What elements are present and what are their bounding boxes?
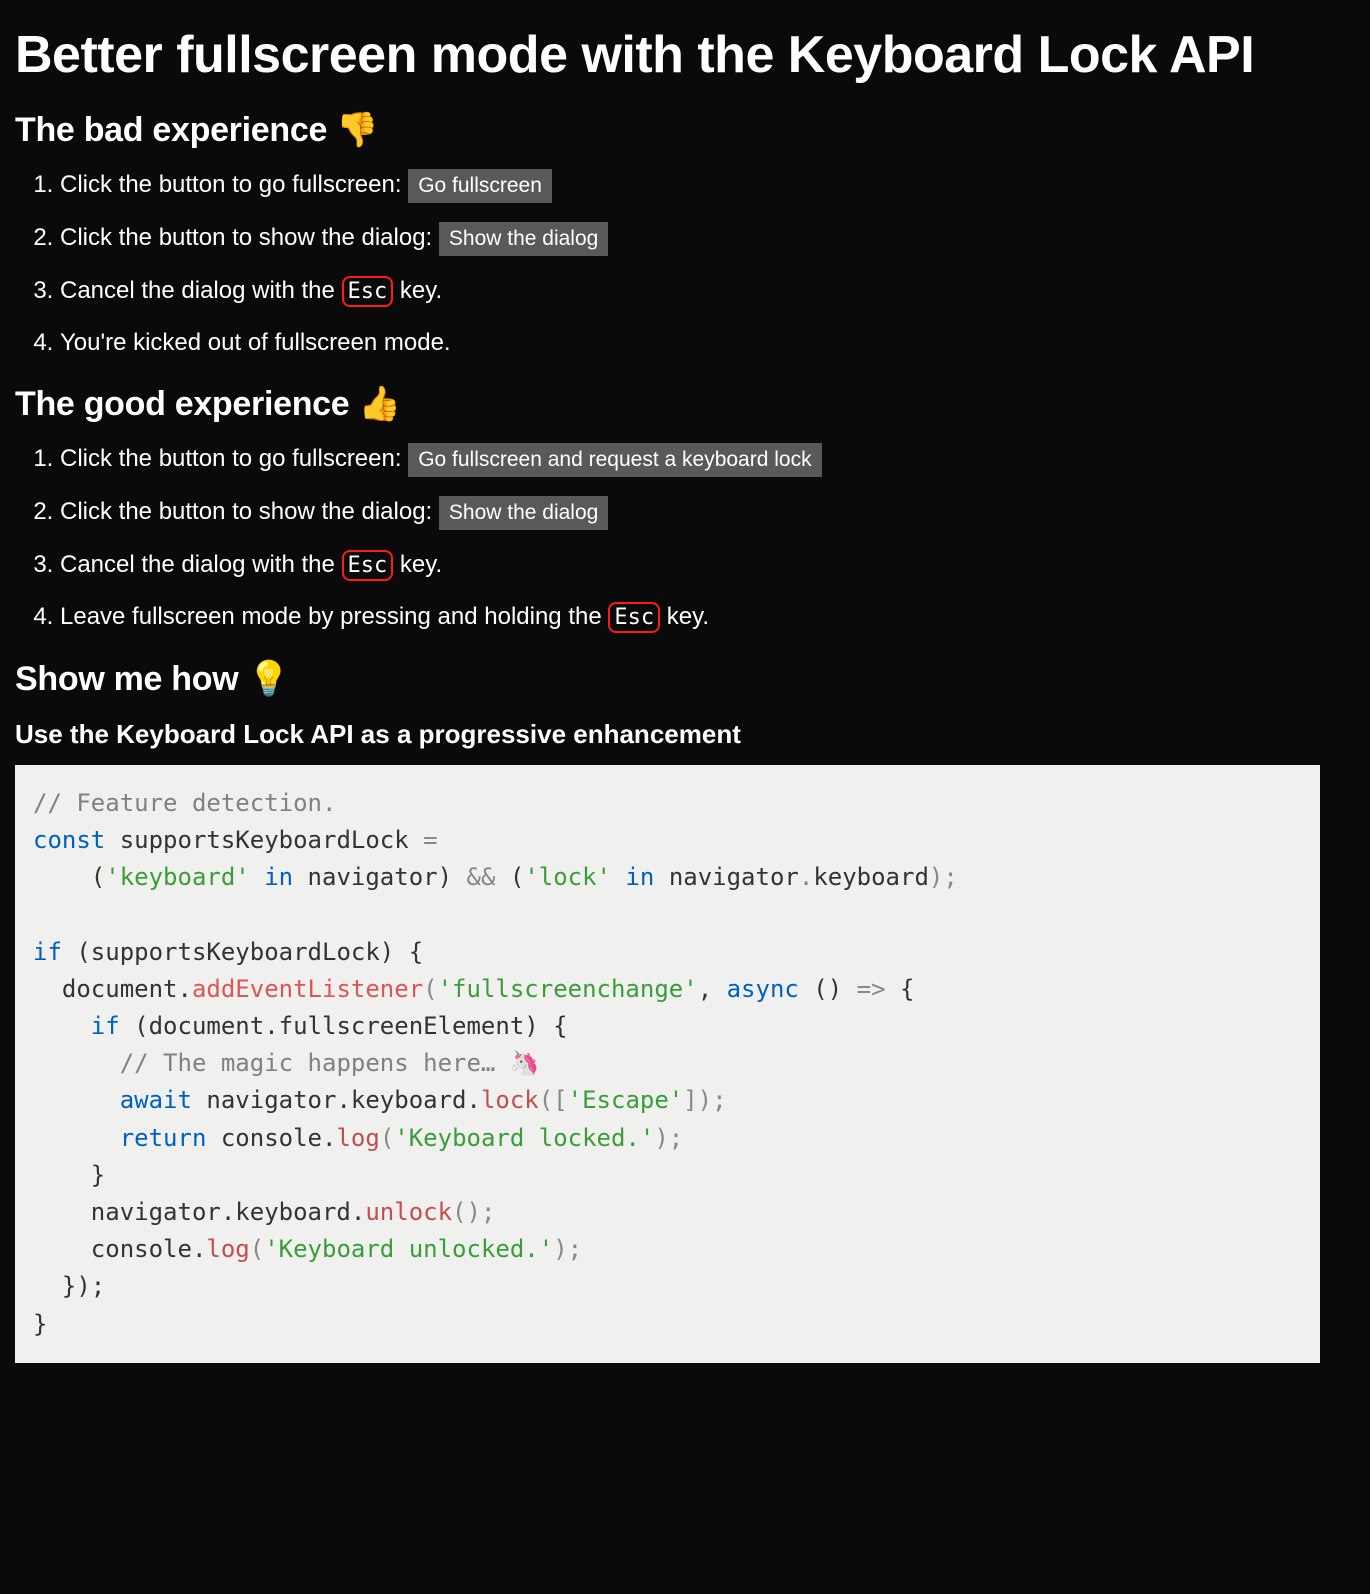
code-text: supportsKeyboardLock (105, 826, 423, 854)
step-text: Click the button to go fullscreen: (60, 445, 408, 472)
code-text: console. (33, 1235, 206, 1263)
code-text: document. (33, 975, 192, 1003)
code-method: unlock (365, 1198, 452, 1226)
code-string: 'Keyboard unlocked.' (264, 1235, 553, 1263)
code-text (33, 1086, 120, 1114)
code-text: (document.fullscreenElement) { (120, 1012, 568, 1040)
code-keyword: in (611, 863, 669, 891)
code-punct: = (423, 826, 437, 854)
list-item: Click the button to go fullscreen: Go fu… (60, 168, 1355, 203)
code-punct: => (857, 975, 886, 1003)
step-text: Click the button to show the dialog: (60, 224, 439, 251)
good-experience-list: Click the button to go fullscreen: Go fu… (15, 442, 1355, 634)
list-item: Cancel the dialog with the Esc key. (60, 274, 1355, 308)
code-text: () (799, 975, 857, 1003)
code-text: navigator.keyboard. (192, 1086, 481, 1114)
code-keyword: in (250, 863, 308, 891)
code-punct: ( (380, 1124, 394, 1152)
page-title: Better fullscreen mode with the Keyboard… (15, 25, 1355, 85)
esc-key: Esc (342, 550, 394, 581)
code-keyword: if (33, 938, 62, 966)
subheading: Use the Keyboard Lock API as a progressi… (15, 719, 1355, 750)
code-text: }); (33, 1272, 105, 1300)
step-text: Cancel the dialog with the (60, 277, 342, 304)
code-text: keyboard (813, 863, 929, 891)
show-dialog-button[interactable]: Show the dialog (439, 496, 608, 530)
code-text: ( (495, 863, 524, 891)
code-punct: (); (452, 1198, 495, 1226)
code-string: 'lock' (524, 863, 611, 891)
code-punct: ); (929, 863, 958, 891)
code-text (33, 1012, 91, 1040)
code-text: navigator (669, 863, 799, 891)
code-text: ) (438, 863, 467, 891)
code-text (33, 1124, 120, 1152)
code-punct: && (467, 863, 496, 891)
code-string: 'keyboard' (105, 863, 250, 891)
code-text: (supportsKeyboardLock) { (62, 938, 423, 966)
esc-key: Esc (608, 602, 660, 633)
good-experience-heading: The good experience 👍 (15, 384, 1355, 424)
step-text: Leave fullscreen mode by pressing and ho… (60, 603, 608, 630)
code-block: // Feature detection. const supportsKeyb… (15, 765, 1320, 1363)
list-item: Click the button to go fullscreen: Go fu… (60, 442, 1355, 477)
code-string: 'Keyboard locked.' (394, 1124, 654, 1152)
code-text: } (33, 1310, 47, 1338)
code-punct: ]); (683, 1086, 726, 1114)
show-dialog-button[interactable]: Show the dialog (439, 222, 608, 256)
code-comment: // Feature detection. (33, 789, 336, 817)
code-text: ( (33, 863, 105, 891)
code-keyword: if (91, 1012, 120, 1040)
step-text: key. (660, 603, 709, 630)
step-text: Cancel the dialog with the (60, 551, 342, 578)
code-text: { (886, 975, 915, 1003)
code-text (33, 1049, 120, 1077)
bad-experience-heading: The bad experience 👎 (15, 110, 1355, 150)
step-text: key. (393, 277, 442, 304)
list-item: You're kicked out of fullscreen mode. (60, 326, 1355, 360)
list-item: Leave fullscreen mode by pressing and ho… (60, 600, 1355, 634)
code-comment: // The magic happens here… 🦄 (120, 1049, 540, 1077)
go-fullscreen-lock-button[interactable]: Go fullscreen and request a keyboard loc… (408, 443, 821, 477)
code-string: 'fullscreenchange' (438, 975, 698, 1003)
code-punct: ); (654, 1124, 683, 1152)
list-item: Click the button to show the dialog: Sho… (60, 221, 1355, 256)
code-string: 'Escape' (568, 1086, 684, 1114)
code-punct: ( (250, 1235, 264, 1263)
code-method: log (336, 1124, 379, 1152)
code-punct: ([ (539, 1086, 568, 1114)
code-method: log (206, 1235, 249, 1263)
code-keyword: async (727, 975, 799, 1003)
code-method: lock (481, 1086, 539, 1114)
code-text: } (33, 1161, 105, 1189)
code-text: navigator.keyboard. (33, 1198, 365, 1226)
go-fullscreen-button[interactable]: Go fullscreen (408, 169, 552, 203)
code-text: navigator (308, 863, 438, 891)
code-punct: . (799, 863, 813, 891)
code-keyword: const (33, 826, 105, 854)
list-item: Click the button to show the dialog: Sho… (60, 495, 1355, 530)
code-keyword: return (120, 1124, 207, 1152)
code-text: , (698, 975, 727, 1003)
code-text: console. (206, 1124, 336, 1152)
code-keyword: await (120, 1086, 192, 1114)
bad-experience-list: Click the button to go fullscreen: Go fu… (15, 168, 1355, 359)
list-item: Cancel the dialog with the Esc key. (60, 548, 1355, 582)
step-text: Click the button to go fullscreen: (60, 171, 408, 198)
esc-key: Esc (342, 276, 394, 307)
step-text: key. (393, 551, 442, 578)
show-me-how-heading: Show me how 💡 (15, 659, 1355, 699)
code-punct: ); (553, 1235, 582, 1263)
code-method: addEventListener (192, 975, 423, 1003)
code-punct: ( (423, 975, 437, 1003)
step-text: Click the button to show the dialog: (60, 498, 439, 525)
